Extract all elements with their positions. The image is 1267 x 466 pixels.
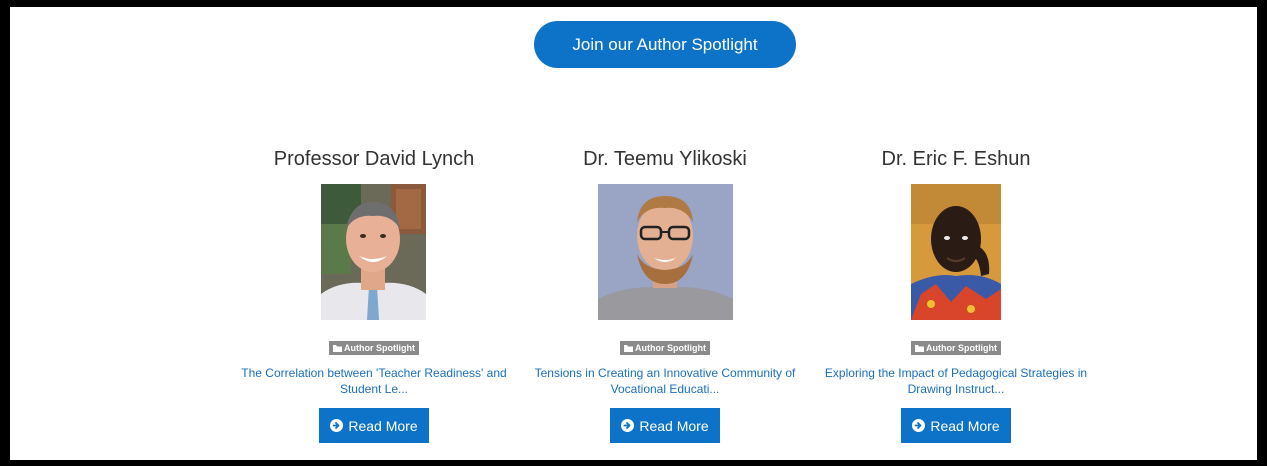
read-more-button[interactable]: Read More [319, 408, 429, 443]
category-label: Author Spotlight [926, 343, 997, 353]
read-more-button[interactable]: Read More [610, 408, 720, 443]
category-badge[interactable]: Author Spotlight [620, 341, 710, 355]
author-name: Dr. Teemu Ylikoski [583, 148, 747, 170]
category-badge[interactable]: Author Spotlight [911, 341, 1001, 355]
arrow-circle-right-icon [621, 419, 635, 432]
author-photo [911, 184, 1001, 320]
arrow-circle-right-icon [912, 419, 926, 432]
folder-icon [624, 344, 634, 352]
read-more-label: Read More [348, 417, 418, 434]
join-author-spotlight-button[interactable]: Join our Author Spotlight [534, 21, 796, 68]
article-link[interactable]: Tensions in Creating an Innovative Commu… [520, 365, 810, 397]
author-card: Professor David Lynch Author Spotlight T… [229, 145, 519, 443]
category-badge[interactable]: Author Spotlight [329, 341, 419, 355]
article-link[interactable]: Exploring the Impact of Pedagogical Stra… [811, 365, 1101, 397]
author-photo [321, 184, 426, 320]
author-card: Dr. Teemu Ylikoski Author Spotlight Tens… [520, 145, 810, 443]
read-more-label: Read More [930, 417, 1000, 434]
category-label: Author Spotlight [344, 343, 415, 353]
folder-icon [915, 344, 925, 352]
category-label: Author Spotlight [635, 343, 706, 353]
read-more-label: Read More [639, 417, 709, 434]
folder-icon [333, 344, 343, 352]
author-photo [598, 184, 733, 320]
arrow-circle-right-icon [330, 419, 344, 432]
article-link[interactable]: The Correlation between 'Teacher Readine… [229, 365, 519, 397]
author-name: Professor David Lynch [273, 148, 475, 170]
author-card: Dr. Eric F. Eshun Author Spotlight Explo… [811, 145, 1101, 443]
author-spotlight-panel: Join our Author Spotlight Professor Davi… [10, 7, 1257, 460]
read-more-button[interactable]: Read More [901, 408, 1011, 443]
author-name: Dr. Eric F. Eshun [881, 148, 1031, 170]
